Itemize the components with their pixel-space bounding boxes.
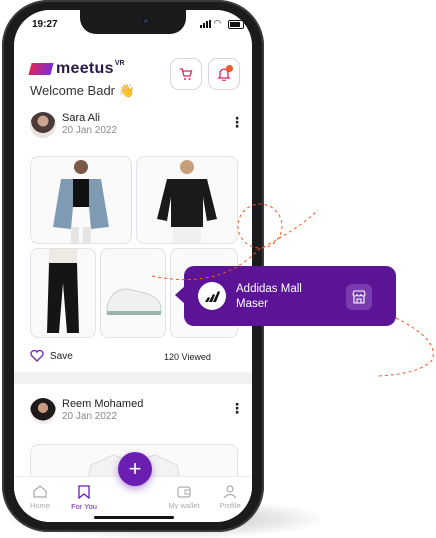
decorative-dashed-lines <box>151 203 434 377</box>
